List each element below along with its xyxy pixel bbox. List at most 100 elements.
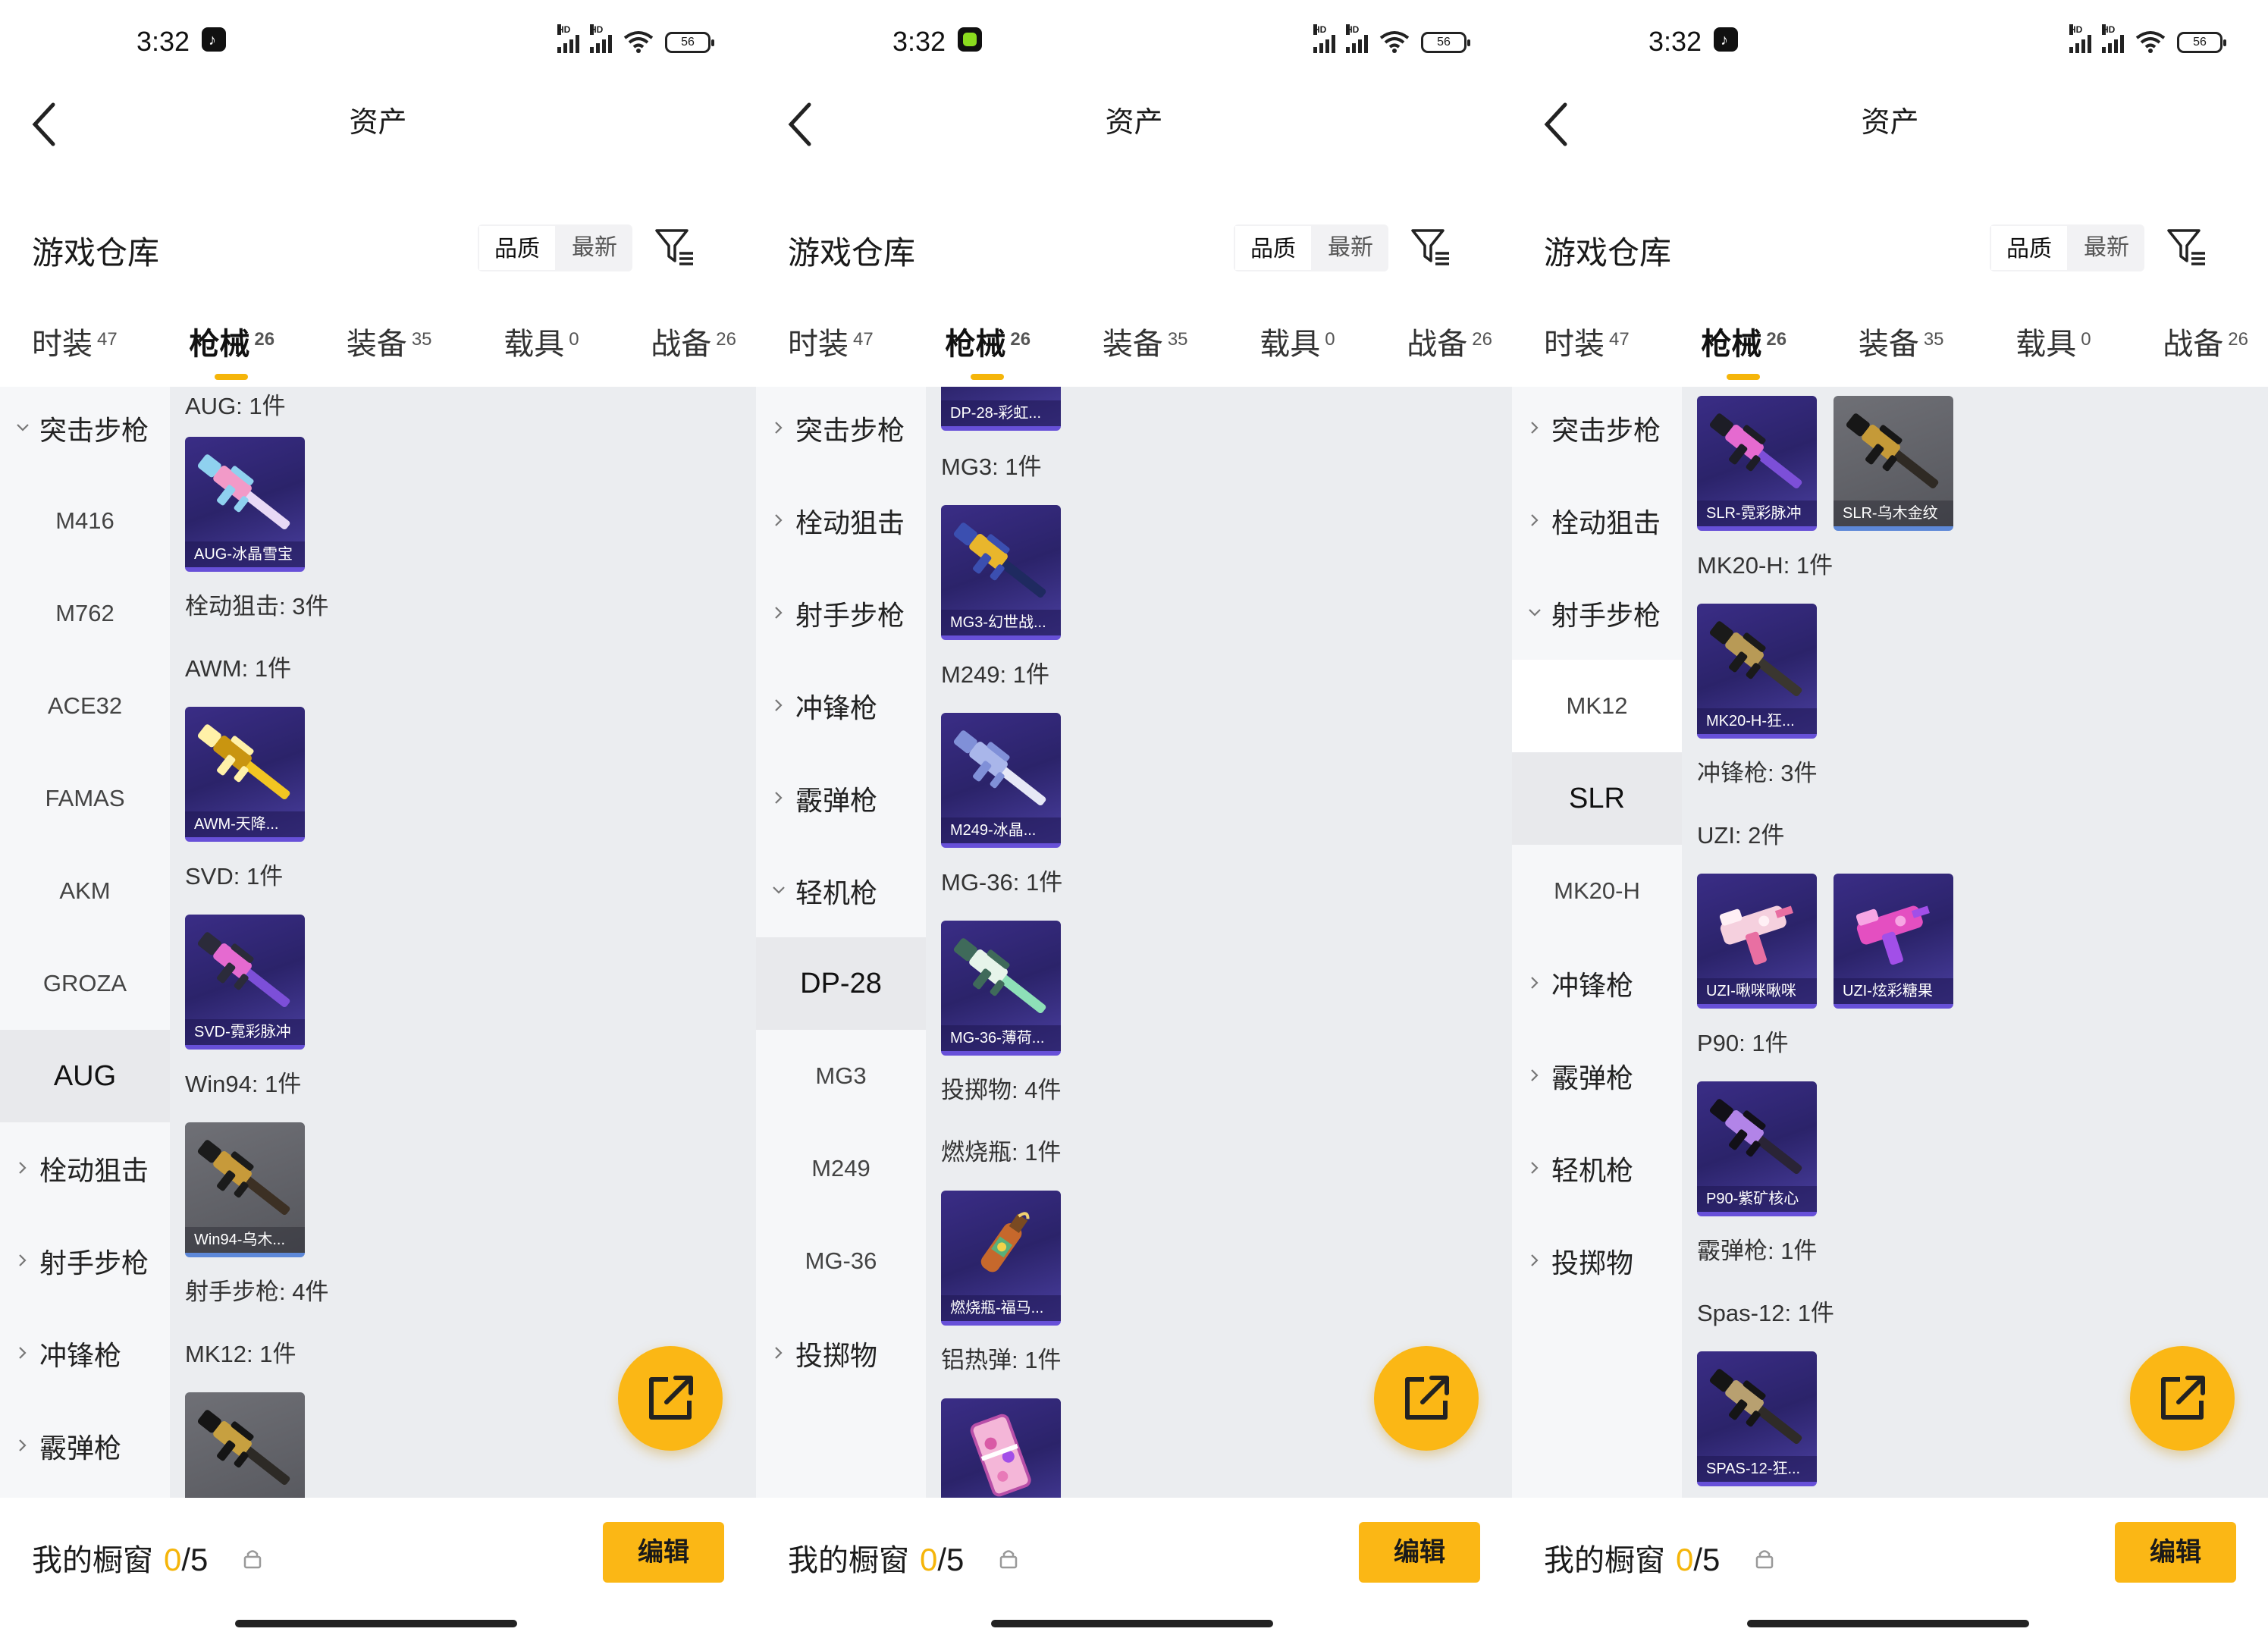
sort-latest-button[interactable]: 最新 [1313,224,1388,271]
sidebar-item[interactable]: GROZA [0,937,170,1030]
notification-app-icon [958,27,982,52]
sort-quality-button[interactable]: 品质 [1990,224,2069,271]
sort-latest-button[interactable]: 最新 [557,224,632,271]
sidebar-item[interactable]: 投掷物 [756,1307,926,1400]
tab-count: 0 [1325,329,1335,350]
tab-4[interactable]: 战备 26 [2163,319,2248,363]
sidebar-item[interactable]: 射手步枪 [756,567,926,660]
item-name: SLR-霓彩脉冲 [1697,500,1817,526]
sidebar-item[interactable]: 栓动狙击 [1512,475,1682,567]
sidebar-item[interactable]: 栓动狙击 [0,1122,170,1215]
sidebar-item[interactable]: 轻机枪 [1512,1122,1682,1215]
tab-2[interactable]: 装备 35 [1103,319,1188,363]
home-indicator[interactable] [991,1620,1273,1627]
tab-2[interactable]: 装备 35 [1859,319,1944,363]
tab-count: 26 [716,329,736,350]
item-card[interactable]: SPAS-12-狂... [1697,1351,1817,1486]
showcase-bar: 我的橱窗 0/5 编辑 [1512,1498,2268,1638]
sidebar-item[interactable]: DP-28 [756,937,926,1030]
share-button[interactable] [1374,1346,1479,1451]
sidebar-item[interactable]: 霰弹枪 [756,752,926,845]
tab-count: 35 [411,329,432,350]
tab-3[interactable]: 载具 0 [503,319,579,363]
item-card[interactable]: AUG-冰晶雪宝 [185,437,305,572]
tab-0[interactable]: 时装 47 [32,319,118,363]
sort-latest-button[interactable]: 最新 [2069,224,2144,271]
sidebar-item[interactable]: MG-36 [756,1215,926,1307]
weapon-art-icon [1855,905,1930,965]
tab-1[interactable]: 枪械 26 [945,319,1030,380]
sidebar-item[interactable]: 霰弹枪 [1512,1030,1682,1122]
sidebar-item[interactable]: 冲锋枪 [756,660,926,752]
tab-count: 47 [853,329,874,350]
item-card[interactable]: SLR-霓彩脉冲 [1697,396,1817,531]
item-card[interactable]: Win94-乌木... [185,1122,305,1257]
item-card[interactable]: MG3-幻世战... [941,505,1061,640]
sidebar-item[interactable]: 射手步枪 [0,1215,170,1307]
sort-quality-button[interactable]: 品质 [1234,224,1313,271]
item-list: DP-28-彩虹... MG3: 1件 MG3-幻世战... M249: 1件 M249… [926,387,1512,1498]
item-card[interactable]: DP-28-彩虹... [941,387,1061,431]
sidebar-item[interactable]: ACE32 [0,660,170,752]
item-card[interactable]: SLR-乌木金纹 [1834,396,1953,531]
filter-icon[interactable] [2166,226,2208,268]
edit-button[interactable]: 编辑 [2115,1522,2236,1583]
sidebar-item[interactable]: 轻机枪 [756,845,926,937]
weapon-art-icon [1846,413,1939,489]
share-button[interactable] [2130,1346,2235,1451]
sort-quality-button[interactable]: 品质 [478,224,557,271]
tab-1[interactable]: 枪械 26 [189,319,274,380]
tab-4[interactable]: 战备 26 [1407,319,1492,363]
sidebar-item[interactable]: MK12 [1512,660,1682,752]
sidebar-item[interactable]: M416 [0,475,170,567]
filter-icon[interactable] [654,226,696,268]
sidebar-item[interactable]: M762 [0,567,170,660]
item-card[interactable]: MK20-H-狂... [1697,604,1817,739]
item-card[interactable]: SVD-霓彩脉冲 [185,915,305,1050]
sidebar-item[interactable]: 突击步枪 [0,387,170,475]
tab-0[interactable]: 时装 47 [788,319,874,363]
sidebar-item-label: 投掷物 [795,1340,878,1371]
sidebar-item[interactable]: 冲锋枪 [0,1307,170,1400]
sidebar-item[interactable]: 霰弹枪 [0,1400,170,1492]
sidebar-item[interactable]: MG3 [756,1030,926,1122]
tab-4[interactable]: 战备 26 [651,319,736,363]
sidebar-item[interactable]: 栓动狙击 [756,475,926,567]
tab-3[interactable]: 载具 0 [1259,319,1335,363]
tab-2[interactable]: 装备 35 [347,319,432,363]
tab-1[interactable]: 枪械 26 [1701,319,1786,380]
sidebar-item[interactable]: SLR [1512,752,1682,845]
sidebar-item[interactable]: 突击步枪 [1512,387,1682,475]
sidebar-item[interactable]: FAMAS [0,752,170,845]
sidebar-item[interactable]: AUG [0,1030,170,1122]
item-card[interactable]: 铝热弹-炫彩... [941,1398,1061,1498]
sidebar-item[interactable]: 突击步枪 [756,387,926,475]
edit-button[interactable]: 编辑 [1359,1522,1480,1583]
item-card[interactable]: AWM-天降... [185,707,305,842]
edit-button[interactable]: 编辑 [603,1522,724,1583]
item-card[interactable]: MK12-乌木... [185,1392,305,1498]
home-indicator[interactable] [235,1620,517,1627]
sidebar-item[interactable]: AKM [0,845,170,937]
clock: 3:32 [892,26,946,57]
sidebar-item[interactable]: MK20-H [1512,845,1682,937]
item-card[interactable]: 燃烧瓶-福马... [941,1191,1061,1326]
sidebar-item[interactable]: M249 [756,1122,926,1215]
home-indicator[interactable] [1747,1620,2029,1627]
item-card[interactable]: P90-紫矿核心 [1697,1081,1817,1216]
item-card[interactable]: MG-36-薄荷... [941,921,1061,1056]
sidebar-item[interactable]: 射手步枪 [1512,567,1682,660]
item-card[interactable]: UZI-炫彩糖果 [1834,874,1953,1009]
weapon-art-icon [1709,413,1802,489]
weapon-art-icon [953,938,1046,1014]
filter-icon[interactable] [1410,226,1452,268]
sidebar-item[interactable]: 投掷物 [1512,1215,1682,1307]
item-card[interactable]: UZI-啾咪啾咪 [1697,874,1817,1009]
sidebar-item-label: 霰弹枪 [39,1432,122,1464]
page-title: 资产 [1861,107,1919,139]
item-card[interactable]: M249-冰晶... [941,713,1061,848]
tab-3[interactable]: 载具 0 [2015,319,2091,363]
share-button[interactable] [618,1346,723,1451]
sidebar-item[interactable]: 冲锋枪 [1512,937,1682,1030]
tab-0[interactable]: 时装 47 [1544,319,1630,363]
